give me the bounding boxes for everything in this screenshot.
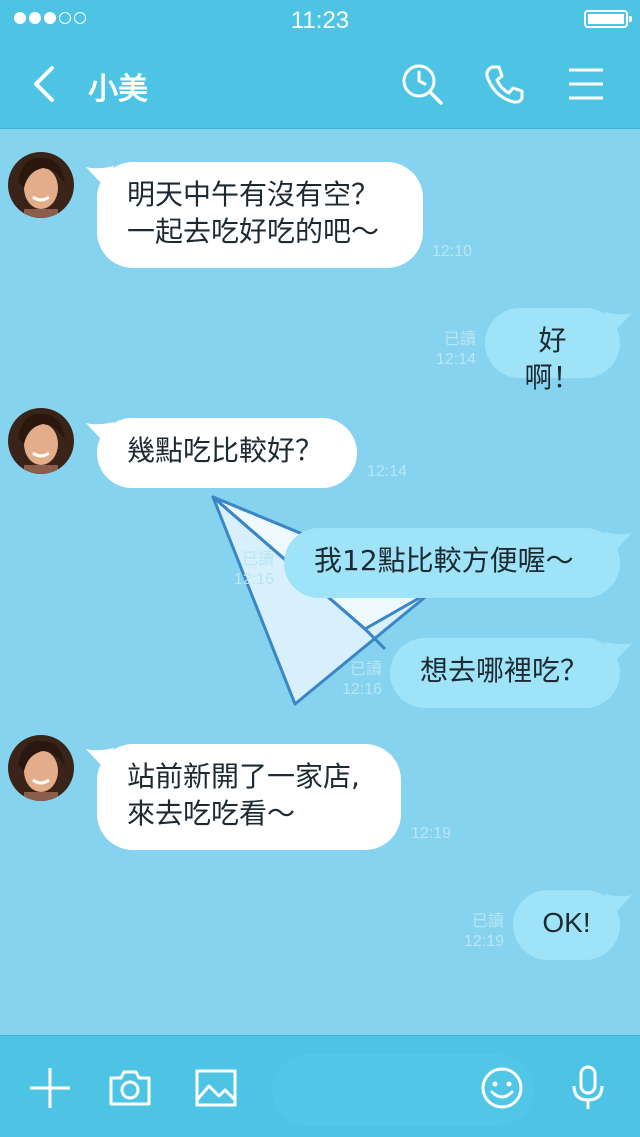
message-text-line: 來去吃吃看～ bbox=[127, 797, 296, 830]
battery-icon bbox=[584, 10, 632, 28]
contact-avatar[interactable] bbox=[8, 152, 74, 218]
message-bubble-incoming[interactable]: 站前新開了一家店, 來去吃吃看～ bbox=[97, 744, 401, 850]
message-time: 12:10 bbox=[432, 243, 473, 260]
read-receipt: 已讀 bbox=[349, 661, 382, 678]
phone-icon[interactable] bbox=[482, 62, 526, 106]
message-time: 12:14 bbox=[367, 463, 408, 480]
message-time: 12:16 bbox=[233, 571, 274, 588]
read-receipt: 已讀 bbox=[443, 331, 476, 348]
message-text: OK! bbox=[542, 907, 591, 938]
contact-avatar[interactable] bbox=[8, 408, 74, 474]
message-text: 好啊！ bbox=[524, 324, 581, 394]
message-bubble-outgoing[interactable]: 我12點比較方便喔～ bbox=[284, 528, 620, 598]
image-icon[interactable] bbox=[192, 1064, 240, 1112]
message-text-line: 站前新開了一家店, bbox=[127, 760, 360, 793]
back-icon[interactable] bbox=[26, 64, 66, 104]
read-receipt: 已讀 bbox=[241, 551, 274, 568]
status-time: 11:23 bbox=[290, 7, 350, 34]
emoji-icon[interactable] bbox=[478, 1064, 526, 1112]
message-time: 12:19 bbox=[463, 933, 504, 950]
menu-icon[interactable] bbox=[564, 62, 608, 106]
status-bar: 11:23 bbox=[0, 0, 640, 40]
message-text: 想去哪裡吃？ bbox=[420, 654, 589, 687]
message-bubble-incoming[interactable]: 明天中午有沒有空？ 一起去吃好吃的吧～ bbox=[97, 162, 423, 268]
bubble-tail bbox=[604, 312, 632, 332]
contact-avatar[interactable] bbox=[8, 735, 74, 801]
contact-name: 小美 bbox=[88, 72, 148, 107]
message-text: 幾點吃比較好？ bbox=[127, 434, 324, 467]
input-bar bbox=[0, 1035, 640, 1137]
message-bubble-outgoing[interactable]: 想去哪裡吃？ bbox=[390, 638, 620, 708]
message-bubble-incoming[interactable]: 幾點吃比較好？ bbox=[97, 418, 357, 488]
chat-header: 小美 bbox=[0, 40, 640, 129]
message-time: 12:14 bbox=[435, 351, 476, 368]
message-bubble-outgoing[interactable]: 好啊！ bbox=[485, 308, 620, 394]
chat-area[interactable]: 明天中午有沒有空？ 一起去吃好吃的吧～ 12:10 已讀 12:14 好啊！ 幾… bbox=[0, 129, 640, 1035]
message-text-line: 一起去吃好吃的吧～ bbox=[127, 215, 380, 248]
read-receipt: 已讀 bbox=[471, 913, 504, 930]
bubble-tail bbox=[604, 894, 632, 914]
plus-icon[interactable] bbox=[26, 1064, 74, 1112]
camera-icon[interactable] bbox=[106, 1064, 154, 1112]
message-text-line: 明天中午有沒有空？ bbox=[127, 178, 380, 211]
message-text: 我12點比較方便喔～ bbox=[314, 544, 574, 577]
microphone-icon[interactable] bbox=[564, 1064, 612, 1112]
bubble-tail bbox=[604, 532, 632, 552]
bubble-tail bbox=[604, 642, 632, 662]
search-icon[interactable] bbox=[400, 62, 444, 106]
message-time: 12:16 bbox=[341, 681, 382, 698]
message-time: 12:19 bbox=[411, 825, 452, 842]
